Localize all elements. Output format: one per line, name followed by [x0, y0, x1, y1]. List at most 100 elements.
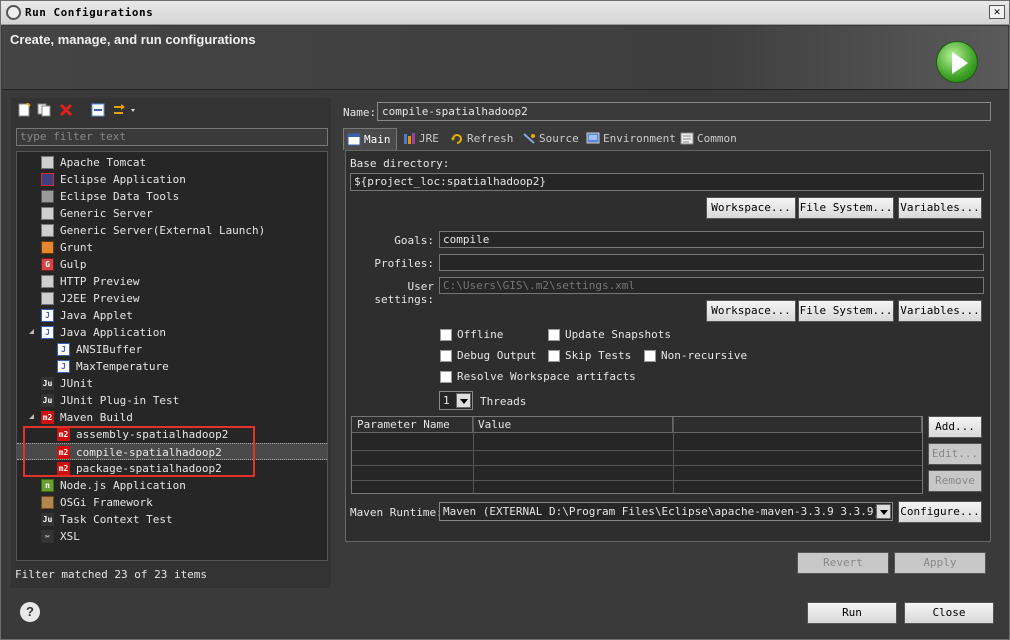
grunt-icon: [41, 241, 54, 254]
extra-header: [673, 417, 922, 433]
parameter-name-header: Parameter Name: [352, 417, 473, 433]
workspace-button-2[interactable]: Workspace...: [706, 300, 796, 322]
filter-menu-icon[interactable]: [113, 103, 137, 117]
base-directory-input[interactable]: ${project_loc:spatialhadoop2}: [350, 173, 984, 191]
tab-label: Main: [364, 133, 391, 146]
goals-input[interactable]: compile: [439, 231, 984, 248]
tree-item[interactable]: J MaxTemperature: [17, 358, 327, 375]
resolve-workspace-checkbox[interactable]: [440, 371, 452, 383]
tree-item[interactable]: Ju JUnit Plug-in Test: [17, 392, 327, 409]
threads-select[interactable]: 1: [439, 391, 473, 410]
help-icon[interactable]: ?: [20, 602, 40, 622]
close-window-button[interactable]: ✕: [989, 5, 1005, 19]
tab-environment[interactable]: Environment: [583, 128, 676, 150]
tab-label: Environment: [603, 132, 676, 145]
tree-item[interactable]: m2 Maven Build: [17, 409, 327, 426]
skip-tests-checkbox[interactable]: [548, 350, 560, 362]
file-system-button[interactable]: File System...: [798, 197, 894, 219]
title-bar: Run Configurations ✕: [1, 1, 1009, 25]
tab-refresh[interactable]: Refresh: [447, 128, 517, 150]
delete-icon[interactable]: [59, 103, 73, 117]
file-system-button-2[interactable]: File System...: [798, 300, 894, 322]
source-icon: [523, 133, 535, 144]
tree-item[interactable]: Generic Server: [17, 205, 327, 222]
tab-common[interactable]: Common: [677, 128, 743, 150]
tree-item-label: JUnit: [60, 377, 94, 390]
threads-value: 1: [443, 394, 450, 407]
tree-item-label: JUnit Plug-in Test: [60, 394, 180, 407]
add-parameter-button[interactable]: Add...: [928, 416, 982, 438]
jre-icon: [404, 133, 415, 144]
profiles-input[interactable]: [439, 254, 984, 271]
editor-tabs: Main JRE Refresh Source Environment Comm…: [343, 128, 991, 150]
header-title: Create, manage, and run configurations: [10, 32, 256, 47]
window-title: Run Configurations: [25, 6, 154, 19]
tree-item[interactable]: Generic Server(External Launch): [17, 222, 327, 239]
debug-output-checkbox[interactable]: [440, 350, 452, 362]
tab-label: Source: [539, 132, 579, 145]
tree-item[interactable]: J2EE Preview: [17, 290, 327, 307]
edit-parameter-button[interactable]: Edit...: [928, 443, 982, 465]
tab-source[interactable]: Source: [519, 128, 581, 150]
run-button[interactable]: Run: [807, 602, 897, 624]
filter-input[interactable]: type filter text: [16, 128, 328, 146]
tree-item[interactable]: Ju JUnit: [17, 375, 327, 392]
tree-item-label: Java Applet: [60, 309, 133, 322]
parameter-table[interactable]: Parameter Name Value: [351, 416, 923, 494]
goals-label: Goals:: [394, 234, 434, 247]
expand-toggle-icon[interactable]: [24, 414, 34, 419]
duplicate-icon[interactable]: [37, 103, 51, 117]
non-recursive-checkbox[interactable]: [644, 350, 656, 362]
tree-item[interactable]: Eclipse Application: [17, 171, 327, 188]
tab-label: Refresh: [467, 132, 514, 145]
tree-item[interactable]: Grunt: [17, 239, 327, 256]
workspace-button[interactable]: Workspace...: [706, 197, 796, 219]
tree-item[interactable]: J Java Application: [17, 324, 327, 341]
new-configuration-icon[interactable]: [17, 103, 31, 117]
resolve-workspace-label: Resolve Workspace artifacts: [457, 370, 636, 383]
eclipse-app-icon: [41, 173, 54, 186]
row-divider: [352, 450, 922, 451]
common-icon: [680, 132, 694, 145]
tree-item-label: OSGi Framework: [60, 496, 153, 509]
tree-item[interactable]: HTTP Preview: [17, 273, 327, 290]
run-banner-icon: [936, 41, 978, 83]
java-app-icon: J: [57, 360, 70, 373]
tree-item-label: Grunt: [60, 241, 94, 254]
tree-item-label: Generic Server: [60, 207, 153, 220]
close-button[interactable]: Close: [904, 602, 994, 624]
tree-item[interactable]: Eclipse Data Tools: [17, 188, 327, 205]
tree-item[interactable]: G Gulp: [17, 256, 327, 273]
tree-item-label: MaxTemperature: [76, 360, 169, 373]
tab-main[interactable]: Main: [343, 128, 397, 150]
collapse-all-icon[interactable]: [91, 103, 105, 117]
main-tab-icon: [347, 133, 361, 146]
revert-button[interactable]: Revert: [797, 552, 889, 574]
tree-item[interactable]: Ju Task Context Test: [17, 511, 327, 528]
tree-item-label: ANSIBuffer: [76, 343, 143, 356]
maven-icon: m2: [41, 411, 54, 424]
threads-label: Threads: [480, 395, 527, 408]
remove-parameter-button[interactable]: Remove: [928, 470, 982, 492]
variables-button-2[interactable]: Variables...: [898, 300, 982, 322]
tree-item[interactable]: OSGi Framework: [17, 494, 327, 511]
update-snapshots-checkbox[interactable]: [548, 329, 560, 341]
apply-button[interactable]: Apply: [894, 552, 986, 574]
offline-checkbox[interactable]: [440, 329, 452, 341]
tab-jre[interactable]: JRE: [399, 128, 445, 150]
debug-output-label: Debug Output: [457, 349, 537, 362]
tree-item[interactable]: n Node.js Application: [17, 477, 327, 494]
tree-item[interactable]: J ANSIBuffer: [17, 341, 327, 358]
maven-runtime-select[interactable]: Maven (EXTERNAL D:\Program Files\Eclipse…: [439, 502, 893, 521]
tree-item[interactable]: J Java Applet: [17, 307, 327, 324]
variables-button[interactable]: Variables...: [898, 197, 982, 219]
name-input[interactable]: compile-spatialhadoop2: [377, 102, 991, 121]
configure-button[interactable]: Configure...: [898, 501, 982, 523]
user-settings-input[interactable]: C:\Users\GIS\.m2\settings.xml: [439, 277, 984, 294]
skip-tests-label: Skip Tests: [565, 349, 632, 362]
tree-item[interactable]: ✂ XSL: [17, 528, 327, 545]
tree-item[interactable]: Apache Tomcat: [17, 154, 327, 171]
tree-item-label: XSL: [60, 530, 80, 543]
expand-toggle-icon[interactable]: [24, 329, 34, 334]
tab-label: Common: [697, 132, 737, 145]
